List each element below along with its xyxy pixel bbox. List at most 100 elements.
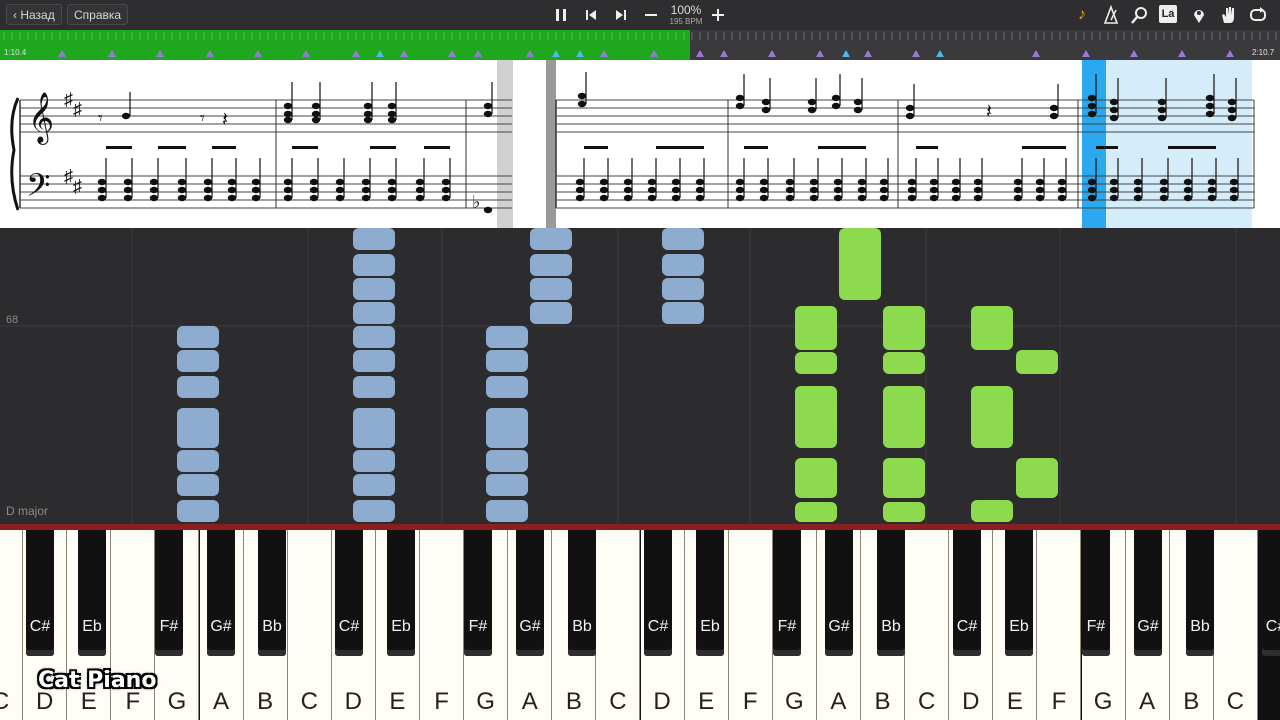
left-hand-note	[353, 376, 395, 398]
note-head	[695, 186, 705, 194]
key-label: G	[785, 688, 804, 715]
timeline-scrubber[interactable]: 1:10.4 2:10.7	[0, 30, 1280, 60]
left-hand-note	[486, 450, 528, 472]
white-key-C[interactable]: C	[596, 530, 641, 720]
black-key-C#[interactable]: C#	[26, 530, 54, 656]
plus-icon[interactable]	[708, 5, 728, 25]
black-key-F#[interactable]: F#	[464, 530, 492, 656]
note-head	[907, 194, 917, 202]
key-label: Bb	[262, 618, 282, 635]
timeline-marker-icon	[1032, 50, 1040, 57]
note-head	[97, 178, 107, 186]
key-label: F	[1051, 688, 1067, 715]
white-key-C[interactable]: C	[0, 530, 24, 720]
note-head	[785, 186, 795, 194]
left-hand-note	[353, 302, 395, 324]
note-head	[695, 194, 705, 202]
black-key-Bb[interactable]: Bb	[877, 530, 905, 656]
note-head	[1109, 194, 1119, 202]
note-head	[907, 186, 917, 194]
help-button[interactable]: Справка	[67, 4, 129, 25]
watermark-logo: Cat Piano	[38, 668, 157, 693]
note-head	[415, 178, 425, 186]
magnifier-icon[interactable]	[1130, 5, 1150, 25]
black-key-G#[interactable]: G#	[516, 530, 544, 656]
location-pin-icon[interactable]	[1189, 5, 1209, 25]
note-head	[1087, 94, 1097, 102]
metronome-icon[interactable]	[1101, 4, 1121, 25]
note-head	[1227, 114, 1237, 122]
page-divider	[546, 60, 556, 228]
note-head	[929, 186, 939, 194]
white-key-C[interactable]: C	[287, 530, 332, 720]
black-key-Eb[interactable]: Eb	[387, 530, 415, 656]
left-hand-note	[530, 228, 572, 250]
note-head	[577, 100, 587, 108]
timeline-marker-icon	[206, 50, 214, 57]
left-hand-note	[353, 408, 395, 448]
loop-icon[interactable]	[1248, 5, 1268, 25]
note-beam	[158, 146, 186, 149]
black-key-F#[interactable]: F#	[773, 530, 801, 656]
next-icon[interactable]	[611, 5, 631, 25]
white-key-C[interactable]: C	[1213, 530, 1258, 720]
black-key-C#[interactable]: C#	[335, 530, 363, 656]
key-label: Eb	[391, 618, 411, 635]
label-icon[interactable]: La	[1159, 5, 1179, 25]
note-head	[647, 178, 657, 186]
white-key-C[interactable]: C	[905, 530, 950, 720]
note-head	[1133, 186, 1143, 194]
hand-icon[interactable]	[1218, 5, 1238, 25]
note-head	[857, 194, 867, 202]
left-hand-note	[177, 350, 219, 372]
black-key-G#[interactable]: G#	[1134, 530, 1162, 656]
black-key-Bb[interactable]: Bb	[1186, 530, 1214, 656]
black-key-G#[interactable]: G#	[825, 530, 853, 656]
note-head	[671, 186, 681, 194]
black-key-Eb[interactable]: Eb	[1005, 530, 1033, 656]
note-head	[1157, 98, 1167, 106]
key-label: G	[476, 688, 495, 715]
black-key-C#[interactable]: C#	[953, 530, 981, 656]
white-key-F[interactable]: F	[728, 530, 773, 720]
piano-keyboard: C D E F G A B C D E F G A B C D E F G A B C D E F G A B C C# Eb F# G# Bb C…	[0, 524, 1280, 720]
white-key-F[interactable]: F	[1037, 530, 1082, 720]
note-head	[833, 194, 843, 202]
minus-icon[interactable]	[641, 5, 661, 25]
key-label: F#	[468, 618, 488, 635]
note-head	[1057, 178, 1067, 186]
key-label: G#	[1137, 618, 1159, 635]
note-head	[387, 178, 397, 186]
black-key-C#[interactable]: C#	[1262, 530, 1280, 656]
key-label: D	[344, 688, 363, 715]
key-label: C	[1226, 688, 1245, 715]
note-head	[1013, 186, 1023, 194]
eighth-rest-icon: 𝄾	[200, 108, 205, 128]
note-icon[interactable]: ♪	[1072, 5, 1092, 25]
black-key-Eb[interactable]: Eb	[78, 530, 106, 656]
black-key-G#[interactable]: G#	[207, 530, 235, 656]
note-beam	[424, 146, 450, 149]
black-key-Bb[interactable]: Bb	[258, 530, 286, 656]
note-head	[929, 178, 939, 186]
black-key-Bb[interactable]: Bb	[568, 530, 596, 656]
back-button[interactable]: ‹ Назад	[6, 4, 62, 25]
note-head	[1109, 106, 1119, 114]
note-head	[1207, 186, 1217, 194]
white-key-F[interactable]: F	[420, 530, 465, 720]
black-key-Eb[interactable]: Eb	[696, 530, 724, 656]
note-head	[905, 104, 915, 112]
note-head	[123, 186, 133, 194]
note-head	[177, 194, 187, 202]
right-hand-note	[883, 352, 925, 374]
key-label: Eb	[700, 618, 720, 635]
black-key-F#[interactable]: F#	[155, 530, 183, 656]
note-head	[623, 194, 633, 202]
black-key-F#[interactable]: F#	[1082, 530, 1110, 656]
black-key-C#[interactable]: C#	[644, 530, 672, 656]
pause-icon[interactable]	[551, 5, 571, 25]
timeline-marker-icon	[526, 50, 534, 57]
prev-icon[interactable]	[581, 5, 601, 25]
timeline-marker-icon	[1082, 50, 1090, 57]
note-head	[483, 110, 493, 118]
